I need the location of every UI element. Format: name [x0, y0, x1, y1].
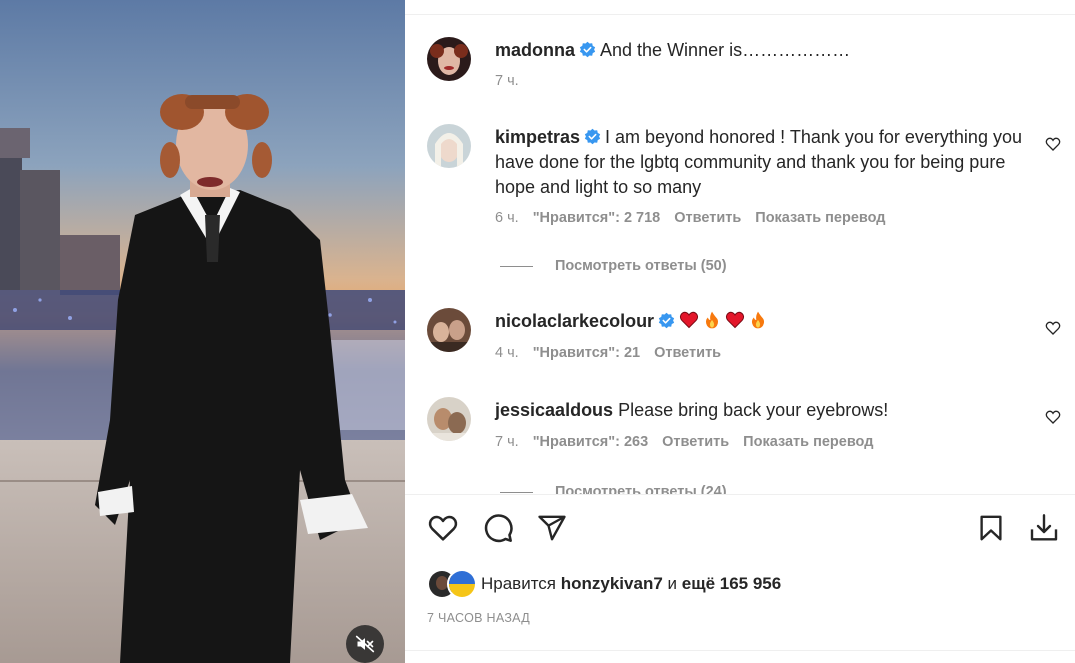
action-bar	[405, 510, 1075, 550]
avatar[interactable]	[447, 569, 477, 599]
save-button[interactable]	[973, 510, 1009, 546]
comment-body: Please bring back your eyebrows!	[618, 400, 889, 420]
share-button[interactable]	[534, 510, 570, 546]
share-icon	[538, 515, 566, 541]
timestamp[interactable]: 7 ч.	[495, 434, 519, 450]
timestamp[interactable]: 6 ч.	[495, 210, 519, 226]
avatar[interactable]	[427, 308, 471, 352]
download-icon	[1030, 514, 1058, 541]
comment-text: kimpetras I am beyond honored ! Thank you…	[495, 125, 1025, 200]
heart-emoji-icon	[679, 311, 699, 329]
divider	[405, 650, 1075, 651]
comment-icon	[484, 514, 513, 543]
translate-button[interactable]: Показать перевод	[755, 210, 885, 226]
like-count[interactable]: "Нравится": 2 718	[533, 210, 661, 226]
username[interactable]: kimpetras	[495, 127, 580, 147]
liked-by-user[interactable]: honzykivan7	[561, 574, 663, 593]
reply-button[interactable]: Ответить	[674, 210, 741, 226]
reply-button[interactable]: Ответить	[662, 434, 729, 450]
comment-item: nicolaclarkecolour 4 ч. "Нравится": 21 Отв…	[405, 300, 1075, 390]
caption-text: madonna And the Winner is………………	[495, 38, 1025, 63]
comment-item: kimpetras I am beyond honored ! Thank you…	[405, 115, 1075, 295]
comment-meta: 4 ч. "Нравится": 21 Ответить	[495, 345, 735, 361]
username[interactable]: nicolaclarkecolour	[495, 311, 654, 331]
avatar[interactable]	[427, 397, 471, 441]
divider	[405, 494, 1075, 495]
fire-emoji-icon	[706, 311, 719, 329]
likes-prefix: Нравится	[481, 574, 557, 593]
divider	[500, 491, 533, 493]
heart-small-icon[interactable]	[1045, 409, 1061, 425]
bookmark-icon	[980, 515, 1002, 541]
comment-meta: 6 ч. "Нравится": 2 718 Ответить Показать пе…	[495, 210, 900, 226]
heart-emoji-icon	[725, 311, 745, 329]
heart-icon	[428, 515, 458, 541]
likes-and: и	[667, 574, 678, 593]
comment-meta: 7 ч. "Нравится": 263 Ответить Показать пере…	[495, 434, 887, 450]
likes-text: Нравится honzykivan7 и ещё 165 956	[481, 574, 781, 594]
view-replies-button[interactable]: Посмотреть ответы (50)	[500, 258, 727, 274]
caption-meta: 7 ч.	[495, 73, 533, 89]
post-time[interactable]: 7 ЧАСОВ НАЗАД	[427, 611, 530, 625]
timestamp[interactable]: 7 ч.	[495, 73, 519, 89]
post-video[interactable]	[0, 0, 405, 663]
mute-button[interactable]	[346, 625, 384, 663]
caption: madonna And the Winner is……………… 7 ч.	[405, 15, 1075, 115]
fire-emoji-icon	[752, 311, 765, 329]
comment-emojis	[679, 311, 771, 331]
mute-icon	[355, 635, 375, 653]
likes-summary: Нравится honzykivan7 и ещё 165 956	[427, 569, 781, 599]
download-button[interactable]	[1026, 510, 1062, 546]
comments-list[interactable]: madonna And the Winner is……………… 7 ч. kimp…	[405, 15, 1075, 495]
like-button[interactable]	[425, 510, 461, 546]
username[interactable]: jessicaaldous	[495, 400, 613, 420]
likes-count[interactable]: ещё 165 956	[682, 574, 781, 593]
translate-button[interactable]: Показать перевод	[743, 434, 873, 450]
comment-text: nicolaclarkecolour	[495, 309, 1025, 334]
like-count[interactable]: "Нравится": 263	[533, 434, 648, 450]
heart-small-icon[interactable]	[1045, 136, 1061, 152]
verified-icon	[658, 312, 675, 329]
like-count[interactable]: "Нравится": 21	[533, 345, 640, 361]
avatar[interactable]	[427, 37, 471, 81]
timestamp[interactable]: 4 ч.	[495, 345, 519, 361]
comment-button[interactable]	[480, 510, 516, 546]
comment-item: jessicaaldous Please bring back your eye…	[405, 389, 1075, 495]
post-panel: madonna And the Winner is……………… 7 ч. kimp…	[405, 0, 1075, 663]
reply-button[interactable]: Ответить	[654, 345, 721, 361]
verified-icon	[579, 41, 596, 58]
comment-text: jessicaaldous Please bring back your eye…	[495, 398, 1025, 423]
caption-body: And the Winner is………………	[600, 40, 851, 60]
view-replies-label: Посмотреть ответы (50)	[555, 258, 727, 274]
avatar[interactable]	[427, 124, 471, 168]
video-frame	[0, 0, 405, 663]
verified-icon	[584, 128, 601, 145]
divider	[500, 265, 533, 267]
username[interactable]: madonna	[495, 40, 575, 60]
heart-small-icon[interactable]	[1045, 320, 1061, 336]
